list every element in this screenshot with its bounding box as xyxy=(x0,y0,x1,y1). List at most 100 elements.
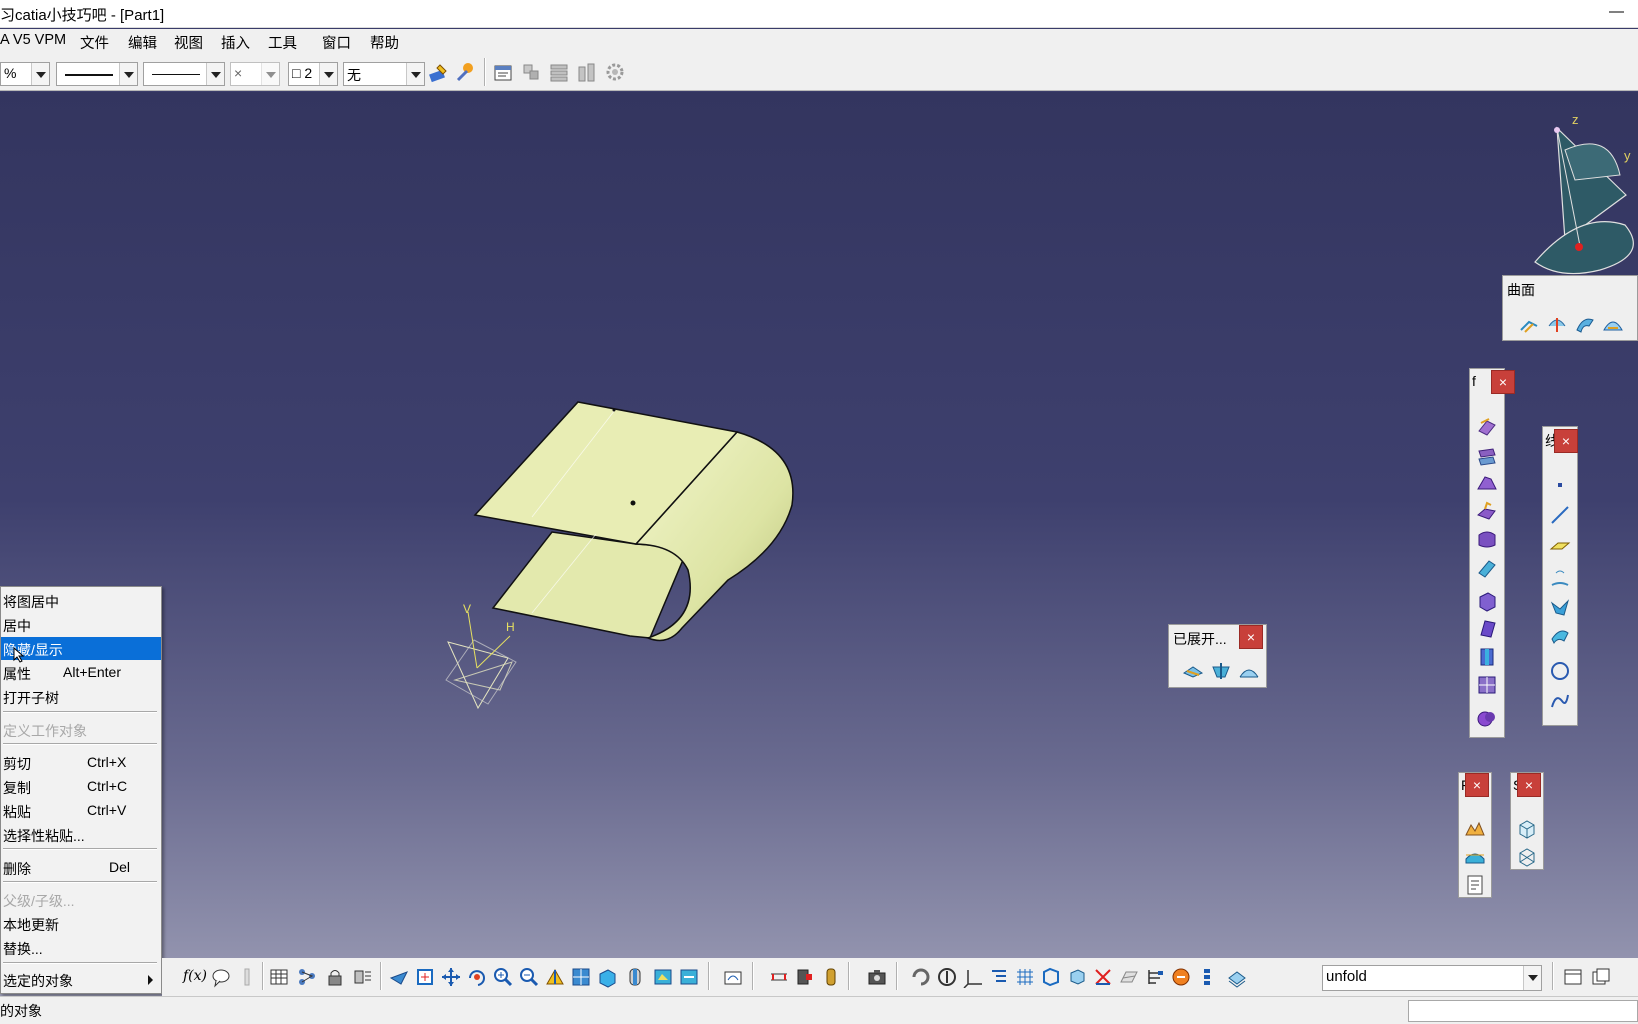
chevron-down-icon[interactable] xyxy=(206,63,224,85)
tree-reorder-icon[interactable] xyxy=(1144,966,1166,988)
grid-icon[interactable] xyxy=(1014,966,1036,988)
menu-item-hide-show[interactable]: 隐藏/显示 xyxy=(1,637,161,663)
properties-icon[interactable] xyxy=(492,61,514,83)
catalog-browser-icon[interactable] xyxy=(1170,966,1192,988)
menu-item-expand-subtree[interactable]: 打开子树 xyxy=(1,685,161,708)
normal-view-icon[interactable] xyxy=(544,966,566,988)
chevron-down-icon[interactable] xyxy=(406,63,424,85)
menu-item-cut[interactable]: 剪切 Ctrl+X xyxy=(1,751,161,774)
select-toolbar-close-button[interactable]: × xyxy=(1517,773,1541,797)
menu-item-selected-object[interactable]: 选定的对象 xyxy=(1,968,161,991)
menu-item-center[interactable]: 居中 xyxy=(1,613,161,636)
rotate-icon[interactable] xyxy=(466,966,488,988)
publication-icon[interactable] xyxy=(352,966,374,988)
menu-window[interactable]: 窗口 xyxy=(322,32,351,53)
formula-button[interactable]: f(x) xyxy=(183,968,207,984)
solid-combine-icon[interactable] xyxy=(1475,707,1499,731)
thick-surface-icon[interactable] xyxy=(1475,499,1499,523)
comment-icon[interactable] xyxy=(210,966,232,988)
measure-item-icon[interactable] xyxy=(794,966,816,988)
measure-inertia-icon[interactable] xyxy=(820,966,842,988)
linetype-combo[interactable] xyxy=(56,62,138,86)
cascade-windows-icon[interactable] xyxy=(1590,966,1612,988)
chevron-down-icon[interactable] xyxy=(31,63,49,85)
transparency-combo[interactable]: % xyxy=(0,62,50,86)
line-icon[interactable] xyxy=(1548,503,1572,527)
sew-surface-icon[interactable] xyxy=(1475,555,1499,579)
axis-system-icon[interactable] xyxy=(962,966,984,988)
manipulate-icon[interactable] xyxy=(936,966,958,988)
unfolded-toolbar-close-button[interactable]: × xyxy=(1239,625,1263,649)
point-symbol-combo[interactable]: × xyxy=(230,62,280,86)
menu-tools[interactable]: 工具 xyxy=(268,32,297,53)
pocket-icon[interactable] xyxy=(1475,617,1499,641)
pad-icon[interactable] xyxy=(1475,589,1499,613)
menu-item-reframe-on[interactable]: 将图居中 xyxy=(1,589,161,612)
command-input[interactable] xyxy=(1408,1000,1638,1022)
catalog-icon[interactable] xyxy=(520,61,542,83)
multi-view-icon[interactable] xyxy=(570,966,592,988)
swap-visible-space-icon[interactable] xyxy=(678,966,700,988)
menu-item-paste-special[interactable]: 选择性粘贴... xyxy=(1,823,161,846)
reorder-icon[interactable] xyxy=(548,61,570,83)
menu-help[interactable]: 帮助 xyxy=(370,32,399,53)
menu-file[interactable]: 文件 xyxy=(80,32,109,53)
3d-support-icon[interactable] xyxy=(1040,966,1062,988)
variable-offset-icon[interactable] xyxy=(1475,443,1499,467)
paint-icon[interactable] xyxy=(428,61,450,83)
circle-icon[interactable] xyxy=(1548,659,1572,683)
menu-item-properties[interactable]: 属性 Alt+Enter xyxy=(1,661,161,684)
measure-between-icon[interactable] xyxy=(768,966,790,988)
plane-icon[interactable] xyxy=(1548,533,1572,557)
fill-surface-icon[interactable] xyxy=(1601,312,1625,336)
gear-group-icon[interactable] xyxy=(604,61,626,83)
wireframe-cube-icon[interactable] xyxy=(1515,845,1539,869)
menu-item-delete[interactable]: 删除 Del xyxy=(1,856,161,879)
intersection-icon[interactable] xyxy=(1548,595,1572,619)
menu-edit[interactable]: 编辑 xyxy=(128,32,157,53)
rough-offset-icon[interactable] xyxy=(1475,471,1499,495)
menu-item-copy[interactable]: 复制 Ctrl+C xyxy=(1,775,161,798)
shaft-icon[interactable] xyxy=(1475,645,1499,669)
close-surface-icon[interactable] xyxy=(1475,527,1499,551)
graph-icon[interactable] xyxy=(576,61,598,83)
zoom-in-icon[interactable] xyxy=(492,966,514,988)
offset-surface-icon[interactable] xyxy=(1475,415,1499,439)
wireframe-toolbar-close-button[interactable]: × xyxy=(1554,429,1578,453)
menu-item-paste[interactable]: 粘贴 Ctrl+V xyxy=(1,799,161,822)
point-icon[interactable] xyxy=(1548,473,1572,497)
chevron-down-icon[interactable] xyxy=(261,63,279,85)
3d-viewport[interactable] xyxy=(0,92,1638,996)
hide-show-icon[interactable] xyxy=(652,966,674,988)
menu-view[interactable]: 视图 xyxy=(174,32,203,53)
connect-checker-icon[interactable] xyxy=(1463,817,1487,841)
chevron-down-icon[interactable] xyxy=(319,63,337,85)
plane-system-icon[interactable] xyxy=(1118,966,1140,988)
transfer-icon[interactable] xyxy=(1209,659,1233,683)
render-style-combo[interactable]: 无 xyxy=(343,62,425,86)
sweep-surface-icon[interactable] xyxy=(1573,312,1597,336)
fit-all-in-icon[interactable] xyxy=(414,966,436,988)
menu-insert[interactable]: 插入 xyxy=(221,32,250,53)
projection-icon[interactable] xyxy=(1548,567,1572,591)
parallel-curve-icon[interactable] xyxy=(1548,623,1572,647)
current-body-combo[interactable]: unfold xyxy=(1322,965,1542,991)
multi-section-solid-icon[interactable] xyxy=(1475,673,1499,697)
cube-icon[interactable] xyxy=(1515,817,1539,841)
update-icon[interactable] xyxy=(910,966,932,988)
pan-icon[interactable] xyxy=(440,966,462,988)
unfold-surface-icon[interactable] xyxy=(1181,659,1205,683)
revolve-surface-icon[interactable] xyxy=(1545,312,1569,336)
tile-windows-icon[interactable] xyxy=(1562,966,1584,988)
develop-icon[interactable] xyxy=(1237,659,1261,683)
fly-mode-icon[interactable] xyxy=(388,966,410,988)
report-icon[interactable] xyxy=(1463,873,1487,897)
knowledge-tree-icon[interactable] xyxy=(296,966,318,988)
minimize-button[interactable]: — xyxy=(1609,3,1624,20)
snap-point-icon[interactable] xyxy=(1092,966,1114,988)
isometric-view-icon[interactable] xyxy=(596,966,618,988)
extrude-surface-icon[interactable] xyxy=(1517,312,1541,336)
zoom-out-icon[interactable] xyxy=(518,966,540,988)
camera-icon[interactable] xyxy=(866,966,888,988)
spline-icon[interactable] xyxy=(1548,689,1572,713)
